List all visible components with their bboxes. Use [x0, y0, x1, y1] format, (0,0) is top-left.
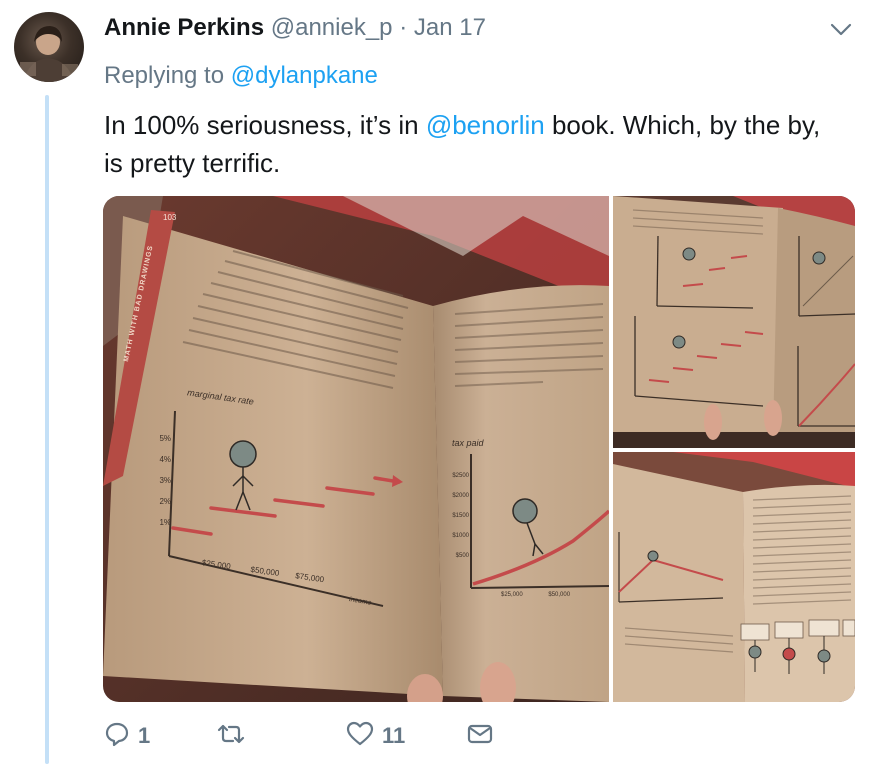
- mention-link[interactable]: @benorlin: [426, 110, 545, 140]
- like-count: 11: [382, 723, 406, 748]
- direct-message-button[interactable]: [466, 718, 494, 754]
- page-number: 103: [163, 213, 177, 222]
- replying-to-line: Replying to @dylanpkane: [104, 62, 378, 90]
- right-graph-yticks: $2500 $2000 $1500 $1000 $500: [445, 466, 469, 566]
- tweet-text: In 100% seriousness, it’s in @benorlin b…: [104, 106, 844, 182]
- ytick: $2500: [452, 473, 469, 479]
- tweet-text-before: In 100% seriousness, it’s in: [104, 110, 426, 140]
- ytick: $500: [455, 553, 469, 559]
- avatar-image: [20, 26, 78, 82]
- tweet-date[interactable]: Jan 17: [414, 14, 486, 41]
- right-graph-ylabel: tax paid: [452, 438, 484, 448]
- separator-dot: ·: [399, 14, 408, 41]
- retweet-icon: [216, 721, 246, 752]
- ytick: 2%: [159, 497, 171, 506]
- tweet-header: Annie Perkins @anniek_p · Jan 17: [104, 14, 486, 42]
- xtick: $50,000: [548, 592, 571, 598]
- left-graph-yticks: 5% 4% 3% 2% 1%: [149, 428, 171, 533]
- like-button[interactable]: 11: [346, 718, 405, 754]
- media-grid: MATH WITH BAD DRAWINGS 103 marginal tax …: [103, 196, 855, 702]
- replying-prefix: Replying to: [104, 62, 225, 89]
- chevron-down-icon[interactable]: [830, 22, 852, 38]
- right-graph-xticks: $25,000 $50,000: [501, 592, 570, 598]
- retweet-button[interactable]: [216, 718, 254, 754]
- author-name[interactable]: Annie Perkins: [104, 14, 264, 41]
- photo-book-stick-figures[interactable]: [613, 452, 855, 702]
- ytick: 1%: [159, 518, 171, 527]
- xtick: $25,000: [501, 592, 523, 598]
- ytick: $2000: [452, 493, 469, 499]
- photo-book-tax-graphs[interactable]: MATH WITH BAD DRAWINGS 103 marginal tax …: [103, 196, 609, 702]
- ytick: $1000: [452, 533, 469, 539]
- reply-icon: [104, 721, 130, 752]
- ytick: 4%: [159, 455, 171, 464]
- replying-to-link[interactable]: @dylanpkane: [231, 62, 378, 89]
- ytick: 5%: [159, 434, 171, 443]
- reply-button[interactable]: 1: [104, 718, 150, 754]
- photo-book-graphs-closeup[interactable]: [613, 196, 855, 448]
- reply-count: 1: [138, 723, 151, 748]
- ytick: $1500: [452, 513, 469, 519]
- thread-line: [45, 95, 49, 764]
- heart-icon: [346, 721, 374, 752]
- author-handle[interactable]: @anniek_p: [271, 14, 393, 41]
- tweet-actions: 1 11: [104, 718, 504, 754]
- ytick: 3%: [159, 476, 171, 485]
- avatar[interactable]: [14, 12, 84, 82]
- envelope-icon: [466, 722, 494, 751]
